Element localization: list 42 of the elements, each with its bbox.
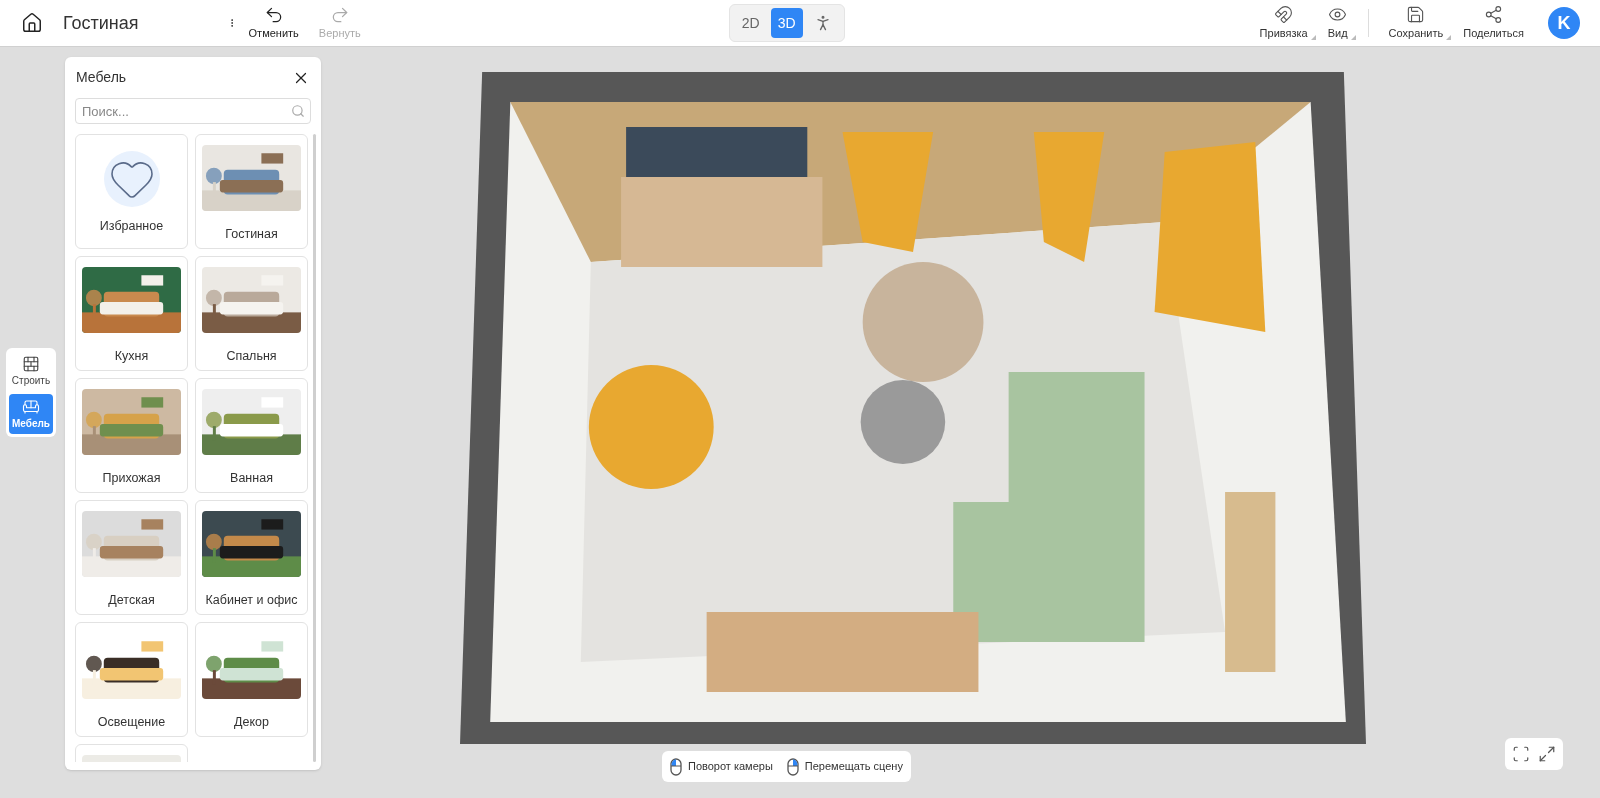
category-card[interactable]: Декор	[195, 622, 308, 737]
sofa-icon	[22, 397, 40, 416]
category-card[interactable]: Спальня	[195, 256, 308, 371]
category-card[interactable]: Освещение	[75, 622, 188, 737]
user-avatar[interactable]: K	[1548, 7, 1580, 39]
view-mode-tab[interactable]: 2D	[734, 8, 767, 38]
expand-icon	[1538, 745, 1556, 763]
share-icon	[1484, 4, 1504, 24]
home-button[interactable]	[20, 11, 44, 35]
focus-icon	[1512, 745, 1530, 763]
fullscreen-button[interactable]	[1538, 745, 1556, 763]
category-card[interactable]: Прихожая	[75, 378, 188, 493]
toolbar-button[interactable]: Поделиться	[1453, 4, 1534, 42]
dropdown-corner-icon	[1446, 35, 1452, 41]
toolbar-button[interactable]: Вид	[1317, 4, 1358, 42]
side-tool-button[interactable]: Строить	[9, 351, 53, 391]
category-card[interactable]: Детская	[75, 500, 188, 615]
category-card[interactable]: Избранное	[75, 134, 188, 249]
magnet-icon	[1274, 4, 1294, 24]
search-field[interactable]: Поиск...	[75, 98, 311, 124]
focus-button[interactable]	[1512, 745, 1530, 763]
home-icon	[21, 12, 43, 34]
dropdown-corner-icon	[1310, 35, 1316, 41]
toolbar-button[interactable]: Сохранить	[1378, 4, 1454, 42]
hint-label: Перемещать сцену	[804, 759, 903, 775]
hint-label: Поворот камеры	[688, 759, 773, 775]
category-card[interactable]: Гостиная	[195, 134, 308, 249]
scrollbar[interactable]	[313, 134, 316, 762]
side-tool-button[interactable]: Мебель	[9, 394, 53, 434]
category-card[interactable]: Кабинет и офис	[195, 500, 308, 615]
search-icon	[291, 104, 305, 118]
category-card[interactable]: Ванная	[195, 378, 308, 493]
view-mode-tab[interactable]: 3D	[770, 8, 803, 38]
toolbar-button[interactable]: Привязка	[1249, 4, 1318, 42]
dropdown-corner-icon	[1350, 35, 1356, 41]
project-title: Гостиная	[63, 11, 139, 35]
category-card[interactable]: Кухня	[75, 256, 188, 371]
panel-title: Мебель	[76, 68, 127, 87]
brick-wall-icon	[22, 354, 40, 373]
undo-button[interactable]: Отменить	[248, 4, 299, 42]
mouse-icon	[670, 757, 682, 776]
mouse-icon	[786, 757, 799, 776]
